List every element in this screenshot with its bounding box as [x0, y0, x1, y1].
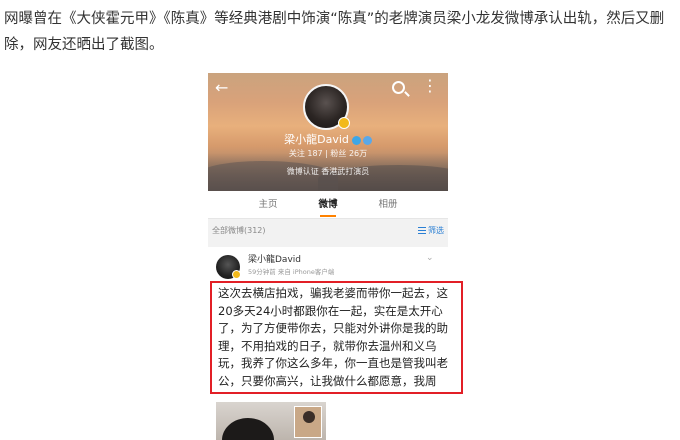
search-icon[interactable]	[392, 81, 405, 94]
post-photo[interactable]	[216, 402, 326, 440]
filter-label: 筛选	[428, 225, 444, 235]
tab-weibo[interactable]: 微博	[318, 191, 338, 219]
verified-badge-icon	[338, 117, 350, 129]
chevron-down-icon[interactable]: ⌄	[426, 253, 434, 263]
photo-person	[222, 418, 274, 440]
profile-stats: 关注 187 | 粉丝 26万	[288, 149, 368, 158]
back-arrow-icon[interactable]: ←	[215, 80, 228, 96]
verified-badge-icon	[232, 270, 241, 279]
filter-button[interactable]: 筛选	[418, 225, 444, 236]
filter-bar: 全部微博(312) 筛选	[208, 219, 448, 241]
highlighted-post-text: 这次去横店拍戏，骗我老婆而带你一起去，这20多天24小时都跟你在一起，实在是太开…	[210, 281, 463, 394]
photo-inset	[294, 406, 322, 438]
tab-home[interactable]: 主页	[258, 191, 277, 219]
filter-icon	[418, 226, 426, 234]
post-body: 这次去横店拍戏，骗我老婆而带你一起去，这20多天24小时都跟你在一起，实在是太开…	[218, 286, 448, 392]
profile-name-row: 梁小龍David	[208, 133, 448, 146]
more-dots-icon[interactable]: ⋮	[422, 78, 438, 94]
post-count: 全部微博(312)	[212, 225, 266, 235]
profile-tabs: 主页 微博 相册	[208, 191, 448, 219]
profile-name: 梁小龍David	[284, 133, 349, 146]
post-meta: 59分钟前 来自 iPhone客户端	[248, 268, 335, 276]
tab-album[interactable]: 相册	[378, 191, 397, 219]
profile-cover: ← ⋮ 梁小龍David 关注 187 | 粉丝 26万 微博认证 香港武打演员	[208, 73, 448, 191]
article-paragraph: 网曝曾在《大侠霍元甲》《陈真》等经典港剧中饰演“陈真”的老牌演员梁小龙发微博承认…	[4, 11, 665, 53]
gender-icon	[362, 135, 372, 145]
read-more-link[interactable]: 全文	[240, 391, 263, 392]
profile-verification: 微博认证 香港武打演员	[286, 167, 370, 176]
vip-icon	[351, 135, 361, 145]
post-author[interactable]: 梁小龍David	[248, 255, 301, 266]
